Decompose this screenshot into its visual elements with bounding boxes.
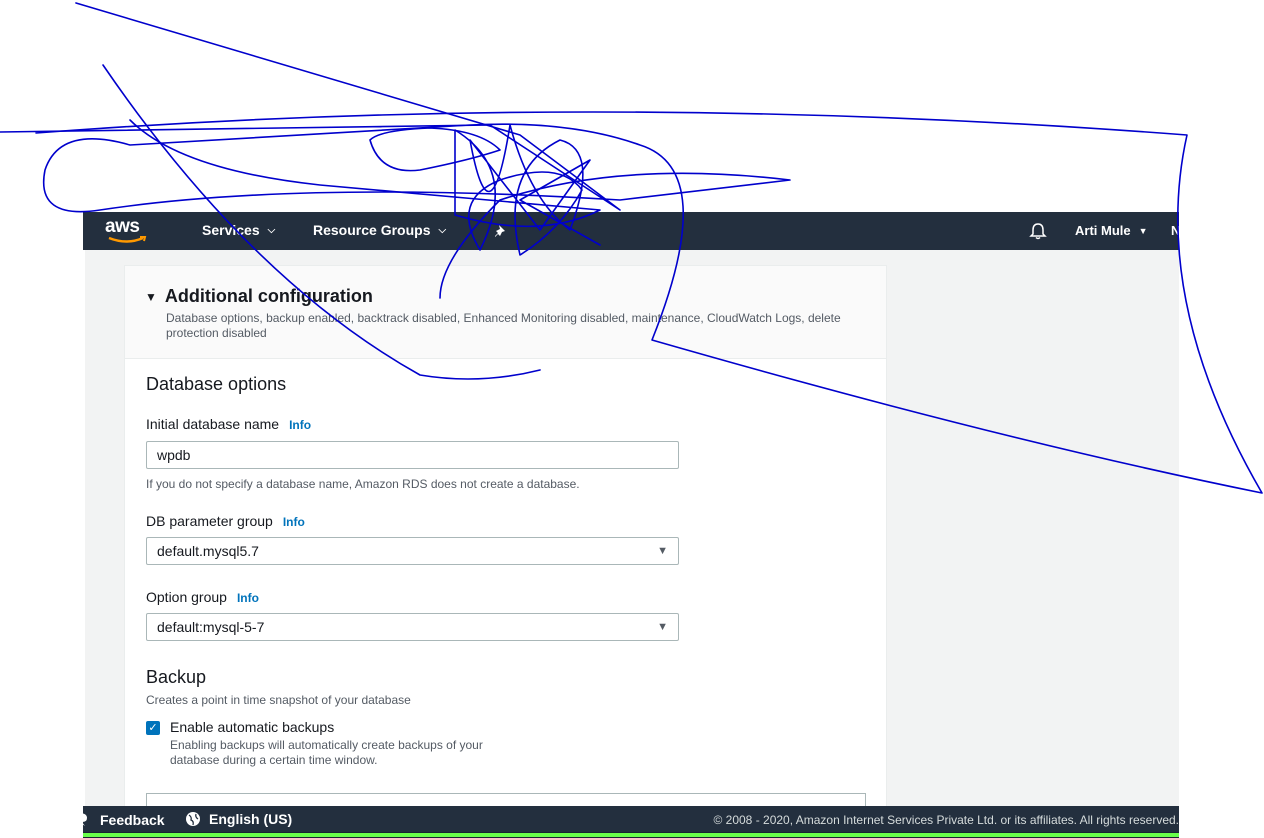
- dropdown-arrow-icon: ▼: [657, 545, 668, 557]
- db-parameter-group-text: DB parameter group: [146, 513, 273, 529]
- progress-bar: [83, 832, 1179, 838]
- bell-icon[interactable]: [1029, 222, 1047, 240]
- console-footer: Feedback English (US) © 2008 - 2020, Ama…: [79, 806, 1179, 832]
- additional-configuration-toggle[interactable]: ▼ Additional configuration: [145, 286, 373, 307]
- user-name: Arti Mule: [1075, 223, 1131, 238]
- services-label: Services: [202, 222, 260, 238]
- language-selector[interactable]: English (US): [185, 811, 292, 827]
- user-menu[interactable]: Arti Mule ▼: [1075, 223, 1148, 238]
- initial-db-name-label: Initial database name Info: [146, 416, 311, 432]
- scribble-stroke: [0, 2, 621, 211]
- language-label: English (US): [209, 811, 293, 827]
- additional-configuration-panel: ▼ Additional configuration Database opti…: [124, 265, 887, 827]
- chevron-down-icon: ⌵: [267, 224, 276, 236]
- scribble-stroke: [369, 127, 501, 172]
- db-parameter-group-select[interactable]: default.mysql5.7 ▼: [146, 537, 679, 565]
- initial-db-name-text: Initial database name: [146, 416, 280, 432]
- backup-heading: Backup: [146, 667, 207, 687]
- enable-backups-checkbox[interactable]: ✓: [146, 721, 160, 735]
- enable-backups-description: Enabling backups will automatically crea…: [170, 738, 483, 767]
- option-group-select[interactable]: default:mysql-5-7 ▼: [146, 613, 679, 641]
- services-menu[interactable]: Services ⌵: [202, 222, 275, 238]
- panel-title: Additional configuration: [164, 286, 373, 306]
- caret-down-icon: ▼: [145, 289, 157, 304]
- resource-groups-label: Resource Groups: [313, 222, 431, 238]
- chevron-down-icon: ▼: [1138, 225, 1148, 236]
- info-link[interactable]: Info: [289, 418, 311, 432]
- aws-logo-text: aws: [105, 216, 140, 237]
- copyright-text: © 2008 - 2020, Amazon Internet Services …: [713, 813, 1179, 827]
- info-link[interactable]: Info: [237, 591, 259, 605]
- db-parameter-group-value: default.mysql5.7: [157, 543, 259, 559]
- backup-description: Creates a point in time snapshot of your…: [146, 693, 411, 707]
- region-menu[interactable]: N: [1171, 223, 1180, 238]
- enable-backups-label[interactable]: Enable automatic backups: [170, 719, 334, 735]
- pin-icon[interactable]: [491, 221, 511, 241]
- feedback-icon: [79, 813, 87, 826]
- aws-logo[interactable]: aws: [105, 216, 149, 246]
- info-link[interactable]: Info: [283, 515, 305, 529]
- db-parameter-group-label: DB parameter group Info: [146, 513, 305, 529]
- aws-smile-icon: [108, 236, 147, 243]
- database-options-heading: Database options: [146, 374, 287, 394]
- option-group-value: default:mysql-5-7: [157, 619, 265, 635]
- progress-fill: [83, 833, 1179, 837]
- panel-summary: Database options, backup enabled, backtr…: [166, 311, 841, 340]
- resource-groups-menu[interactable]: Resource Groups ⌵: [313, 222, 446, 238]
- chevron-down-icon: ⌵: [438, 224, 447, 236]
- option-group-label: Option group Info: [146, 589, 259, 605]
- panel-header: ▼ Additional configuration Database opti…: [125, 266, 886, 359]
- top-navigation-bar: aws Services ⌵ Resource Groups ⌵ Arti Mu…: [83, 212, 1180, 250]
- dropdown-arrow-icon: ▼: [657, 621, 668, 633]
- option-group-text: Option group: [146, 589, 227, 605]
- feedback-link[interactable]: Feedback: [100, 812, 165, 828]
- globe-icon: [186, 812, 200, 826]
- initial-db-name-hint: If you do not specify a database name, A…: [146, 477, 580, 491]
- initial-db-name-input[interactable]: wpdb: [146, 441, 679, 469]
